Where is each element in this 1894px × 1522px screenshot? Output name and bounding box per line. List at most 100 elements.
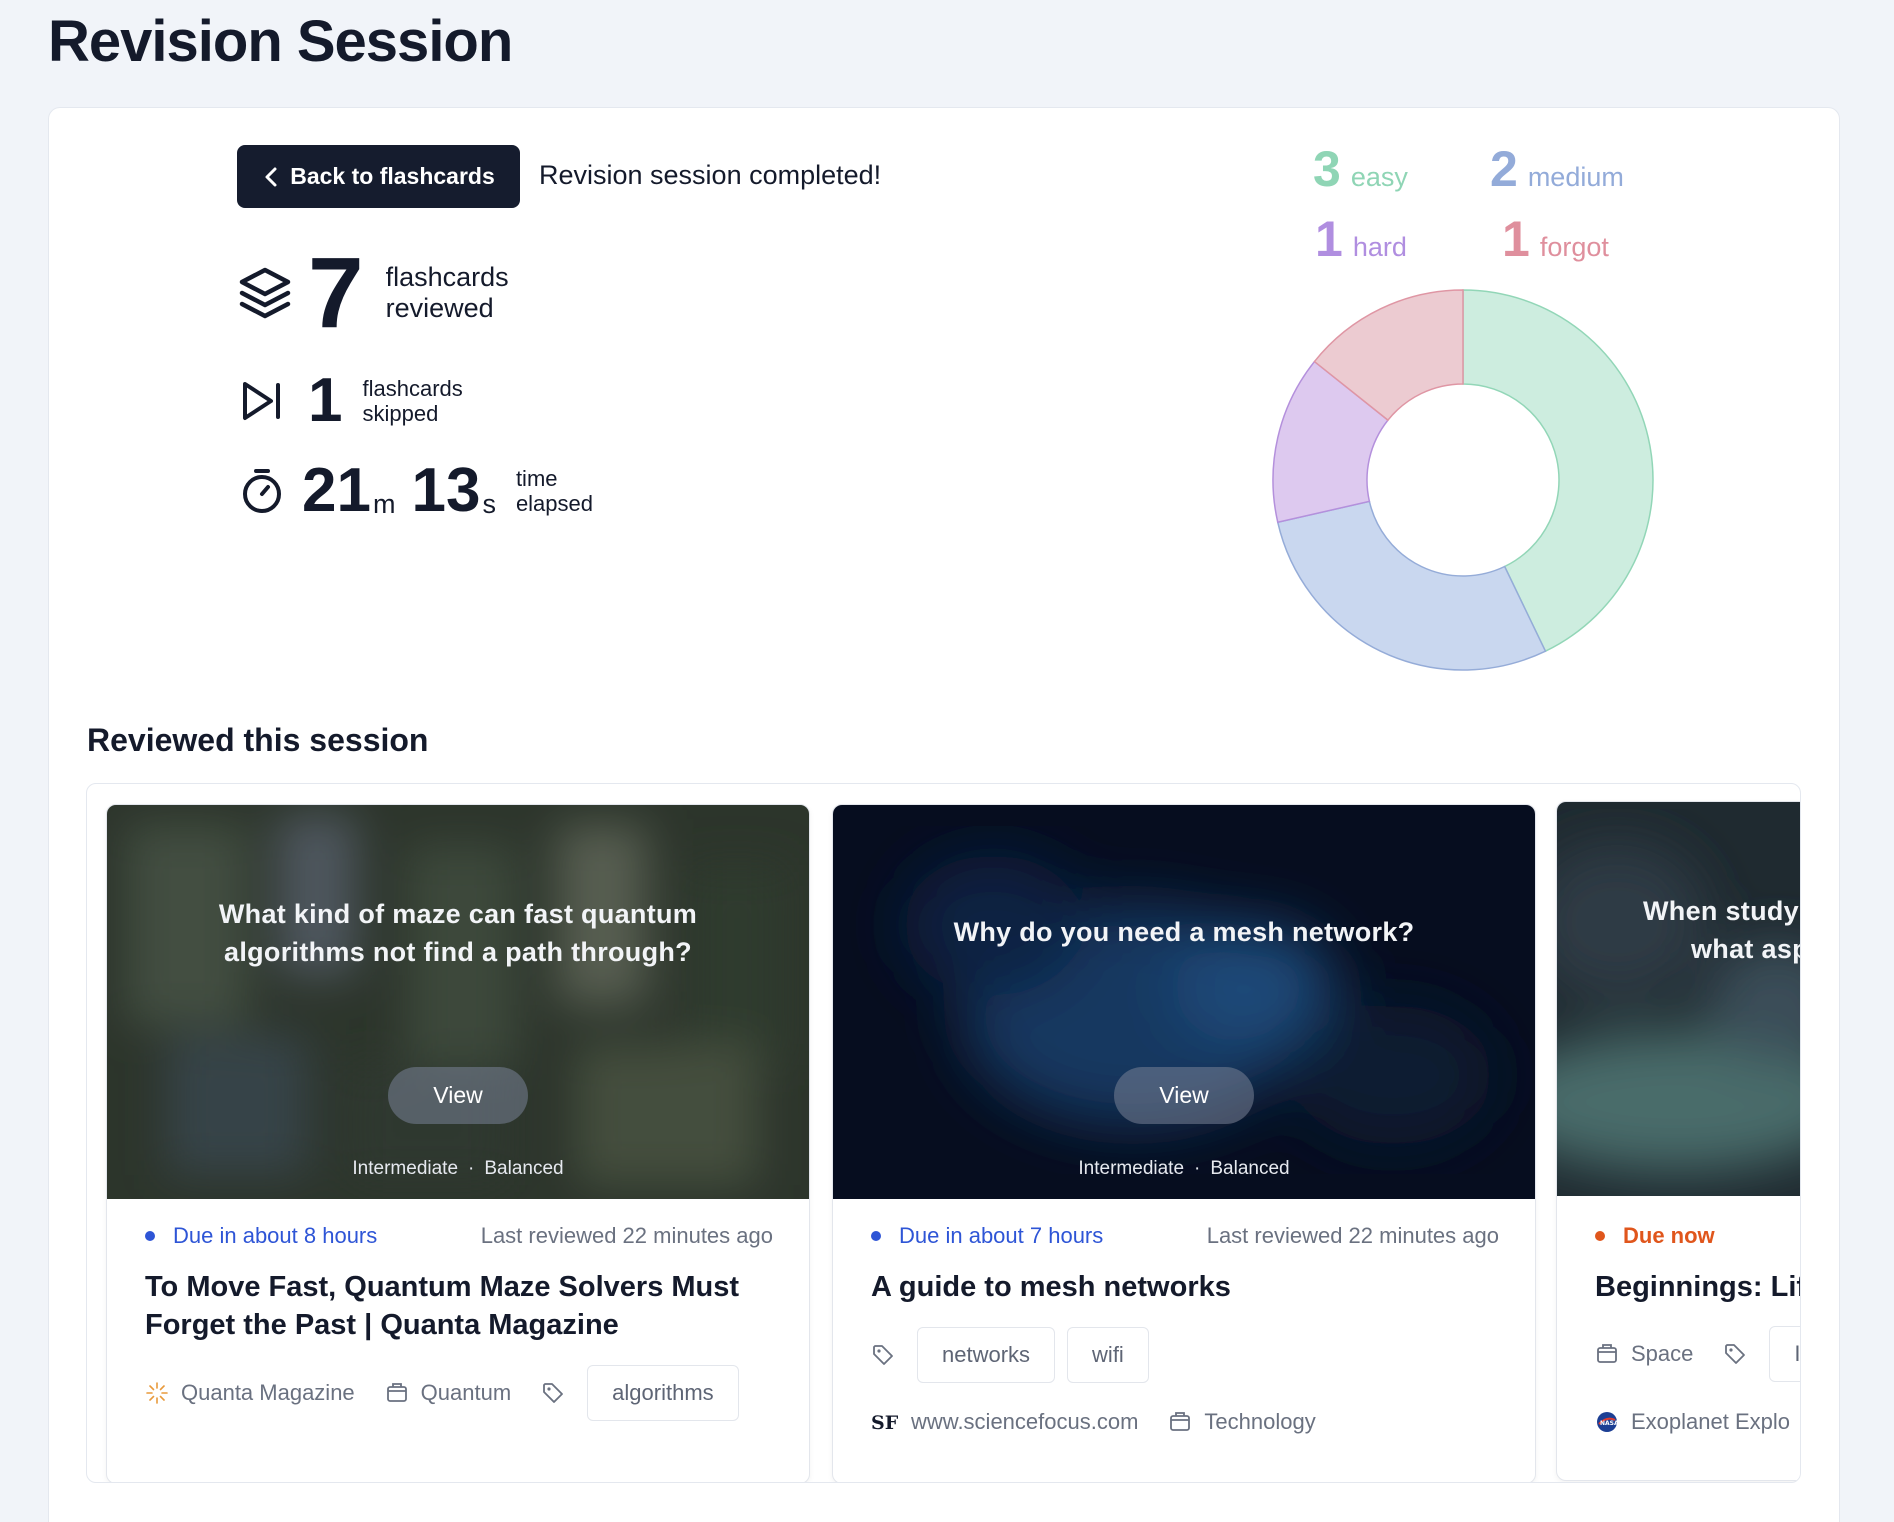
reviewed-label-line2: reviewed	[385, 293, 494, 323]
last-reviewed: Last reviewed 22 minutes ago	[480, 1223, 773, 1248]
time-minutes-unit: m	[372, 489, 396, 519]
source-name[interactable]: www.sciencefocus.com	[911, 1409, 1138, 1435]
skipped-label-line1: flashcards	[362, 375, 463, 401]
session-completed-text: Revision session completed!	[539, 160, 882, 190]
card-title[interactable]: To Move Fast, Quantum Maze Solvers Must …	[145, 1268, 773, 1345]
tag-icon	[1725, 1344, 1746, 1364]
blurred-forest-image	[107, 805, 809, 1199]
folder-icon	[1597, 1344, 1617, 1363]
skipped-label-line2: skipped	[362, 401, 439, 426]
time-minutes: 21	[302, 456, 371, 525]
reviewed-label-line1: flashcards	[385, 261, 509, 292]
legend-medium: 2 medium	[1490, 140, 1624, 198]
tag-chip[interactable]: algorithms	[587, 1365, 739, 1421]
reviewed-section-title: Reviewed this session	[87, 722, 429, 758]
card-meta: Intermediate · Balanced	[352, 1158, 564, 1179]
legend-easy: 3 easy	[1313, 140, 1408, 198]
card-info-row: SF www.sciencefocus.com Technology	[871, 1409, 1316, 1435]
stack-icon	[239, 267, 291, 319]
skipped-count: 1	[308, 366, 343, 435]
flashcard-card[interactable]: When studyi what aspe Due now Beginnings…	[1556, 801, 1801, 1481]
card-cover-image: Why do you need a mesh network? View Int…	[833, 805, 1535, 1199]
category-name[interactable]: Technology	[1204, 1409, 1315, 1435]
blurred-network-image	[833, 805, 1535, 1199]
view-button[interactable]: View	[388, 1067, 528, 1124]
card-question-line1: When studyi	[1643, 896, 1801, 926]
card-question: When studyi what aspe	[1587, 892, 1801, 969]
time-label-line2: elapsed	[515, 491, 594, 516]
tag-chip[interactable]: wifi	[1067, 1327, 1149, 1383]
card-cover-image: What kind of maze can fast quantum algor…	[107, 805, 809, 1199]
card-level: Intermediate	[1078, 1158, 1185, 1179]
legend-easy-label: easy	[1350, 162, 1408, 192]
time-seconds: 13	[411, 456, 481, 525]
due-text: Due now	[1623, 1223, 1715, 1248]
flashcard-card[interactable]: Why do you need a mesh network? View Int…	[832, 804, 1536, 1482]
legend-hard-label: hard	[1352, 232, 1407, 262]
time-stat: 21 m 13 s time elapsed	[238, 460, 593, 522]
page-title: Revision Session	[48, 9, 513, 74]
due-status: Due now	[1595, 1223, 1715, 1249]
reviewed-stat: 7 flashcards reviewed	[236, 243, 509, 343]
view-button[interactable]: View	[1114, 1067, 1254, 1124]
nasa-logo-icon: NASA	[1597, 1412, 1619, 1432]
category-name[interactable]: Quantum	[421, 1380, 512, 1406]
chevron-left-icon	[265, 167, 277, 186]
legend-hard-count: 1	[1315, 211, 1343, 267]
quanta-logo-icon	[146, 1382, 168, 1404]
card-level: Intermediate	[352, 1158, 459, 1179]
card-question: Why do you need a mesh network?	[953, 917, 1415, 947]
legend-medium-count: 2	[1490, 141, 1518, 197]
category-name[interactable]: Space	[1631, 1341, 1693, 1367]
folder-icon	[386, 1383, 407, 1402]
last-reviewed: Last reviewed 22 minutes ago	[1206, 1223, 1499, 1248]
due-dot-icon	[871, 1231, 881, 1241]
card-title[interactable]: A guide to mesh networks	[871, 1268, 1499, 1306]
card-cover-image: When studyi what aspe	[1557, 802, 1801, 1196]
card-question: What kind of maze can fast quantum algor…	[218, 899, 698, 968]
legend-forgot-label: forgot	[1539, 232, 1609, 262]
card-question-line2: what aspe	[1691, 934, 1800, 965]
sciencefocus-logo-icon: SF	[871, 1412, 899, 1434]
back-button-label: Back to flashcards	[290, 163, 495, 189]
svg-text:SF: SF	[871, 1412, 899, 1434]
back-to-flashcards-button[interactable]: Back to flashcards	[237, 145, 520, 208]
card-info-row: Quanta Magazine Quantum algorithms	[145, 1365, 739, 1421]
difficulty-donut-chart	[1272, 289, 1654, 671]
card-style: Balanced	[1210, 1158, 1290, 1179]
blurred-space-image	[1557, 802, 1800, 1196]
due-status: Due in about 8 hours	[145, 1223, 377, 1249]
tag-chip[interactable]: networks	[917, 1327, 1056, 1383]
flashcard-card[interactable]: What kind of maze can fast quantum algor…	[106, 804, 810, 1482]
legend-forgot: 1 forgot	[1502, 210, 1609, 268]
legend-forgot-count: 1	[1502, 211, 1530, 267]
due-dot-icon	[145, 1231, 155, 1241]
legend-easy-count: 3	[1313, 141, 1341, 197]
skip-icon	[243, 382, 280, 420]
card-info-row: Space I	[1595, 1326, 1800, 1382]
source-name[interactable]: Quanta Magazine	[181, 1380, 355, 1406]
folder-icon	[1170, 1412, 1191, 1431]
due-text: Due in about 8 hours	[173, 1223, 378, 1248]
tag-icon	[873, 1345, 893, 1365]
time-seconds-unit: s	[482, 489, 496, 519]
tag-chip[interactable]: I	[1769, 1326, 1800, 1382]
card-meta: Intermediate · Balanced	[1078, 1158, 1290, 1179]
due-status: Due in about 7 hours	[871, 1223, 1103, 1249]
tags-row: networks wifi	[871, 1327, 1149, 1383]
reviewed-cards-carousel: What kind of maze can fast quantum algor…	[86, 783, 1801, 1483]
stopwatch-icon	[243, 469, 281, 513]
time-label-line1: time	[515, 465, 558, 491]
due-text: Due in about 7 hours	[899, 1223, 1104, 1248]
svg-text:NASA: NASA	[1600, 1420, 1619, 1427]
due-dot-icon	[1595, 1231, 1605, 1241]
card-style: Balanced	[484, 1158, 564, 1179]
legend-medium-label: medium	[1527, 162, 1624, 192]
card-info-row: NASA Exoplanet Explo	[1595, 1409, 1790, 1435]
card-title[interactable]: Beginnings: Life	[1595, 1268, 1800, 1306]
legend-hard: 1 hard	[1315, 210, 1407, 268]
source-name[interactable]: Exoplanet Explo	[1631, 1409, 1790, 1435]
tag-icon	[543, 1383, 564, 1403]
reviewed-count: 7	[308, 237, 364, 349]
skipped-stat: 1 flashcards skipped	[240, 370, 463, 432]
